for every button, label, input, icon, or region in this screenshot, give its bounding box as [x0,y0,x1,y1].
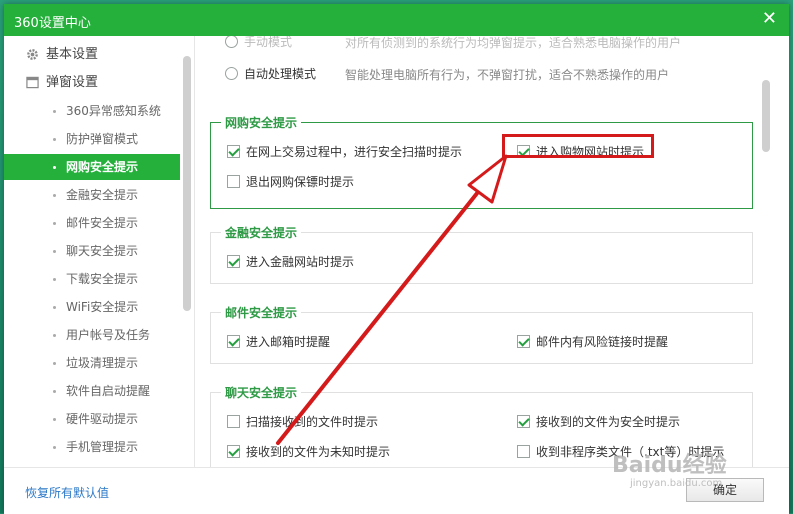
baidu-watermark: Baidu经验 [612,453,727,478]
annotation-arrow-icon [276,154,508,445]
watermark-url: jingyan.baidu.com [630,478,723,489]
